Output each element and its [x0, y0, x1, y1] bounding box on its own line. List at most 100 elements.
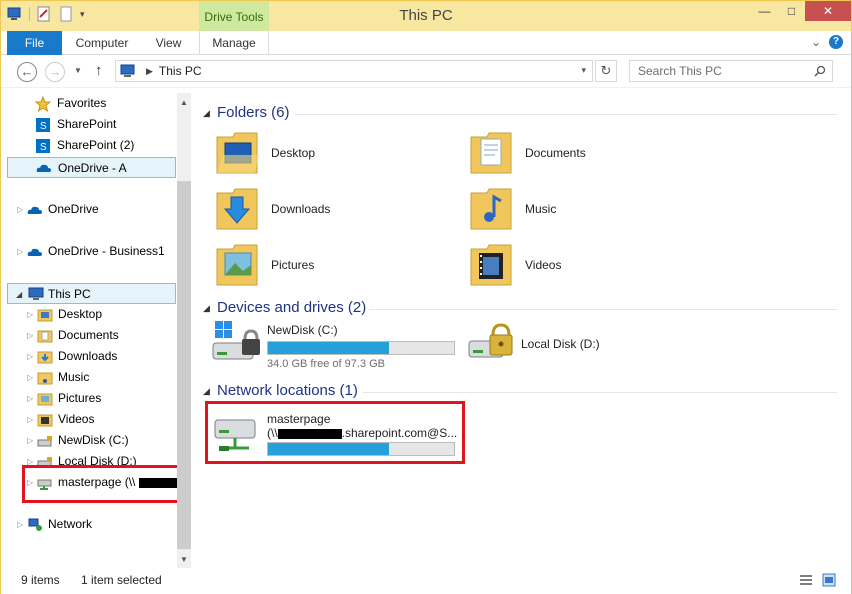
nav-item-newdisk-c[interactable]: ▷ NewDisk (C:)	[27, 430, 177, 451]
tab-file[interactable]: File	[7, 31, 62, 55]
computer-icon	[28, 287, 44, 300]
up-button[interactable]: ↑	[95, 62, 103, 79]
folder-icon	[37, 330, 53, 343]
tab-computer[interactable]: Computer	[69, 31, 135, 55]
item-count: 9 items	[21, 573, 60, 587]
folder-icon	[37, 309, 53, 322]
sharepoint-icon: S	[36, 139, 50, 153]
folder-music[interactable]: Music	[469, 185, 709, 239]
selection-count: 1 item selected	[81, 573, 162, 587]
nav-pane-scrollbar-thumb[interactable]	[177, 181, 191, 549]
recent-locations-icon[interactable]: ▼	[74, 66, 82, 75]
title-bar: ▾ Drive Tools This PC — □ ✕	[1, 1, 851, 31]
desktop-folder-icon	[216, 132, 259, 174]
documents-folder-icon	[470, 132, 512, 174]
expand-icon[interactable]: ▷	[17, 199, 23, 220]
folder-documents[interactable]: Documents	[469, 129, 709, 183]
nav-item-pictures[interactable]: ▷ Pictures	[27, 388, 177, 409]
sharepoint-icon: S	[36, 118, 50, 132]
group-heading-folders[interactable]: Folders (6)	[217, 104, 290, 121]
pictures-folder-icon	[216, 244, 258, 286]
drive-local-disk-d[interactable]: Local Disk (D:)	[465, 319, 665, 375]
folder-desktop[interactable]: Desktop	[215, 129, 455, 183]
svg-text:S: S	[40, 142, 47, 153]
tab-view[interactable]: View	[141, 31, 196, 55]
folder-downloads[interactable]: Downloads	[215, 185, 455, 239]
windows-drive-icon	[212, 321, 260, 360]
help-icon[interactable]: ?	[829, 35, 843, 49]
nav-item-network[interactable]: ▷ Network	[15, 514, 175, 535]
breadcrumb-this-pc[interactable]: This PC	[159, 64, 202, 78]
search-icon[interactable]	[814, 65, 826, 77]
large-icons-view-icon[interactable]	[822, 573, 836, 587]
expand-icon[interactable]: ▷	[27, 367, 33, 388]
nav-item-videos[interactable]: ▷ Videos	[27, 409, 177, 430]
forward-button[interactable]: →	[45, 62, 65, 82]
group-heading-network[interactable]: Network locations (1)	[217, 382, 358, 399]
expand-icon[interactable]: ▷	[27, 346, 33, 367]
group-collapse-icon[interactable]: ◢	[203, 108, 210, 119]
music-folder-icon	[470, 188, 512, 230]
content-pane: ◢ Folders (6) Desktop Documents Download…	[195, 89, 851, 567]
status-bar: 9 items 1 item selected	[1, 568, 851, 594]
ribbon-tabs: File Computer View Manage ⌄ ?	[1, 31, 851, 55]
nav-item-onedrive[interactable]: ▷ OneDrive	[15, 199, 175, 220]
drive-icon	[37, 436, 52, 447]
close-button[interactable]: ✕	[805, 1, 851, 21]
group-collapse-icon[interactable]: ◢	[203, 303, 210, 314]
address-dropdown-icon[interactable]: ▾	[581, 65, 586, 76]
expand-icon[interactable]: ▷	[27, 430, 33, 451]
svg-text:S: S	[40, 121, 47, 132]
network-icon	[28, 518, 42, 531]
search-placeholder: Search This PC	[638, 64, 722, 78]
nav-item-favorites[interactable]: Favorites	[31, 93, 171, 114]
onedrive-icon	[36, 164, 51, 172]
folder-icon	[37, 393, 53, 406]
refresh-button[interactable]: ↻	[595, 60, 617, 82]
tab-manage[interactable]: Manage	[199, 31, 269, 55]
expand-icon[interactable]: ▷	[27, 388, 33, 409]
drive-usage-bar	[267, 341, 455, 355]
nav-item-onedrive-a[interactable]: OneDrive - A	[7, 157, 176, 178]
onedrive-icon	[27, 248, 42, 256]
nav-item-sharepoint-2[interactable]: S SharePoint (2)	[31, 135, 171, 156]
expand-icon[interactable]: ▷	[27, 304, 33, 325]
nav-item-sharepoint[interactable]: S SharePoint	[31, 114, 171, 135]
nav-item-music[interactable]: ▷ Music	[27, 367, 177, 388]
window-title: This PC	[399, 7, 453, 24]
scroll-down-icon[interactable]: ▼	[177, 553, 191, 567]
drive-newdisk-c[interactable]: NewDisk (C:) 34.0 GB free of 97.3 GB	[211, 319, 461, 375]
folder-pictures[interactable]: Pictures	[215, 241, 455, 295]
expand-icon[interactable]: ▷	[17, 241, 23, 262]
search-input[interactable]: Search This PC	[629, 60, 833, 82]
nav-item-onedrive-business1[interactable]: ▷ OneDrive - Business1	[15, 241, 175, 262]
group-collapse-icon[interactable]: ◢	[203, 386, 210, 397]
ribbon-collapse-icon[interactable]: ⌄	[811, 35, 821, 49]
group-heading-devices[interactable]: Devices and drives (2)	[217, 299, 366, 316]
nav-item-downloads[interactable]: ▷ Downloads	[27, 346, 177, 367]
group-divider	[295, 114, 837, 115]
ribbon-right-controls: ⌄ ?	[811, 35, 843, 49]
nav-item-this-pc[interactable]: ◢ This PC	[7, 283, 176, 304]
scroll-up-icon[interactable]: ▲	[177, 96, 191, 110]
explorer-window: ▾ Drive Tools This PC — □ ✕ File Compute…	[0, 0, 852, 594]
back-button[interactable]: ←	[17, 62, 37, 82]
maximize-button[interactable]: □	[778, 1, 805, 21]
address-bar[interactable]: ▶ This PC ▾	[115, 60, 593, 82]
minimize-button[interactable]: —	[751, 1, 778, 21]
expand-icon[interactable]: ▷	[17, 514, 23, 535]
folder-icon	[37, 414, 53, 427]
folder-icon	[37, 351, 53, 364]
locked-drive-icon	[468, 323, 513, 358]
star-icon	[35, 96, 51, 112]
breadcrumb-chevron-icon[interactable]: ▶	[146, 66, 153, 77]
folder-videos[interactable]: Videos	[469, 241, 709, 295]
details-view-icon[interactable]	[799, 573, 813, 587]
collapse-icon[interactable]: ◢	[16, 284, 22, 305]
nav-item-desktop[interactable]: ▷ Desktop	[27, 304, 177, 325]
expand-icon[interactable]: ▷	[27, 409, 33, 430]
videos-folder-icon	[470, 244, 512, 286]
highlight-box-content	[205, 401, 465, 464]
nav-item-documents[interactable]: ▷ Documents	[27, 325, 177, 346]
expand-icon[interactable]: ▷	[27, 325, 33, 346]
